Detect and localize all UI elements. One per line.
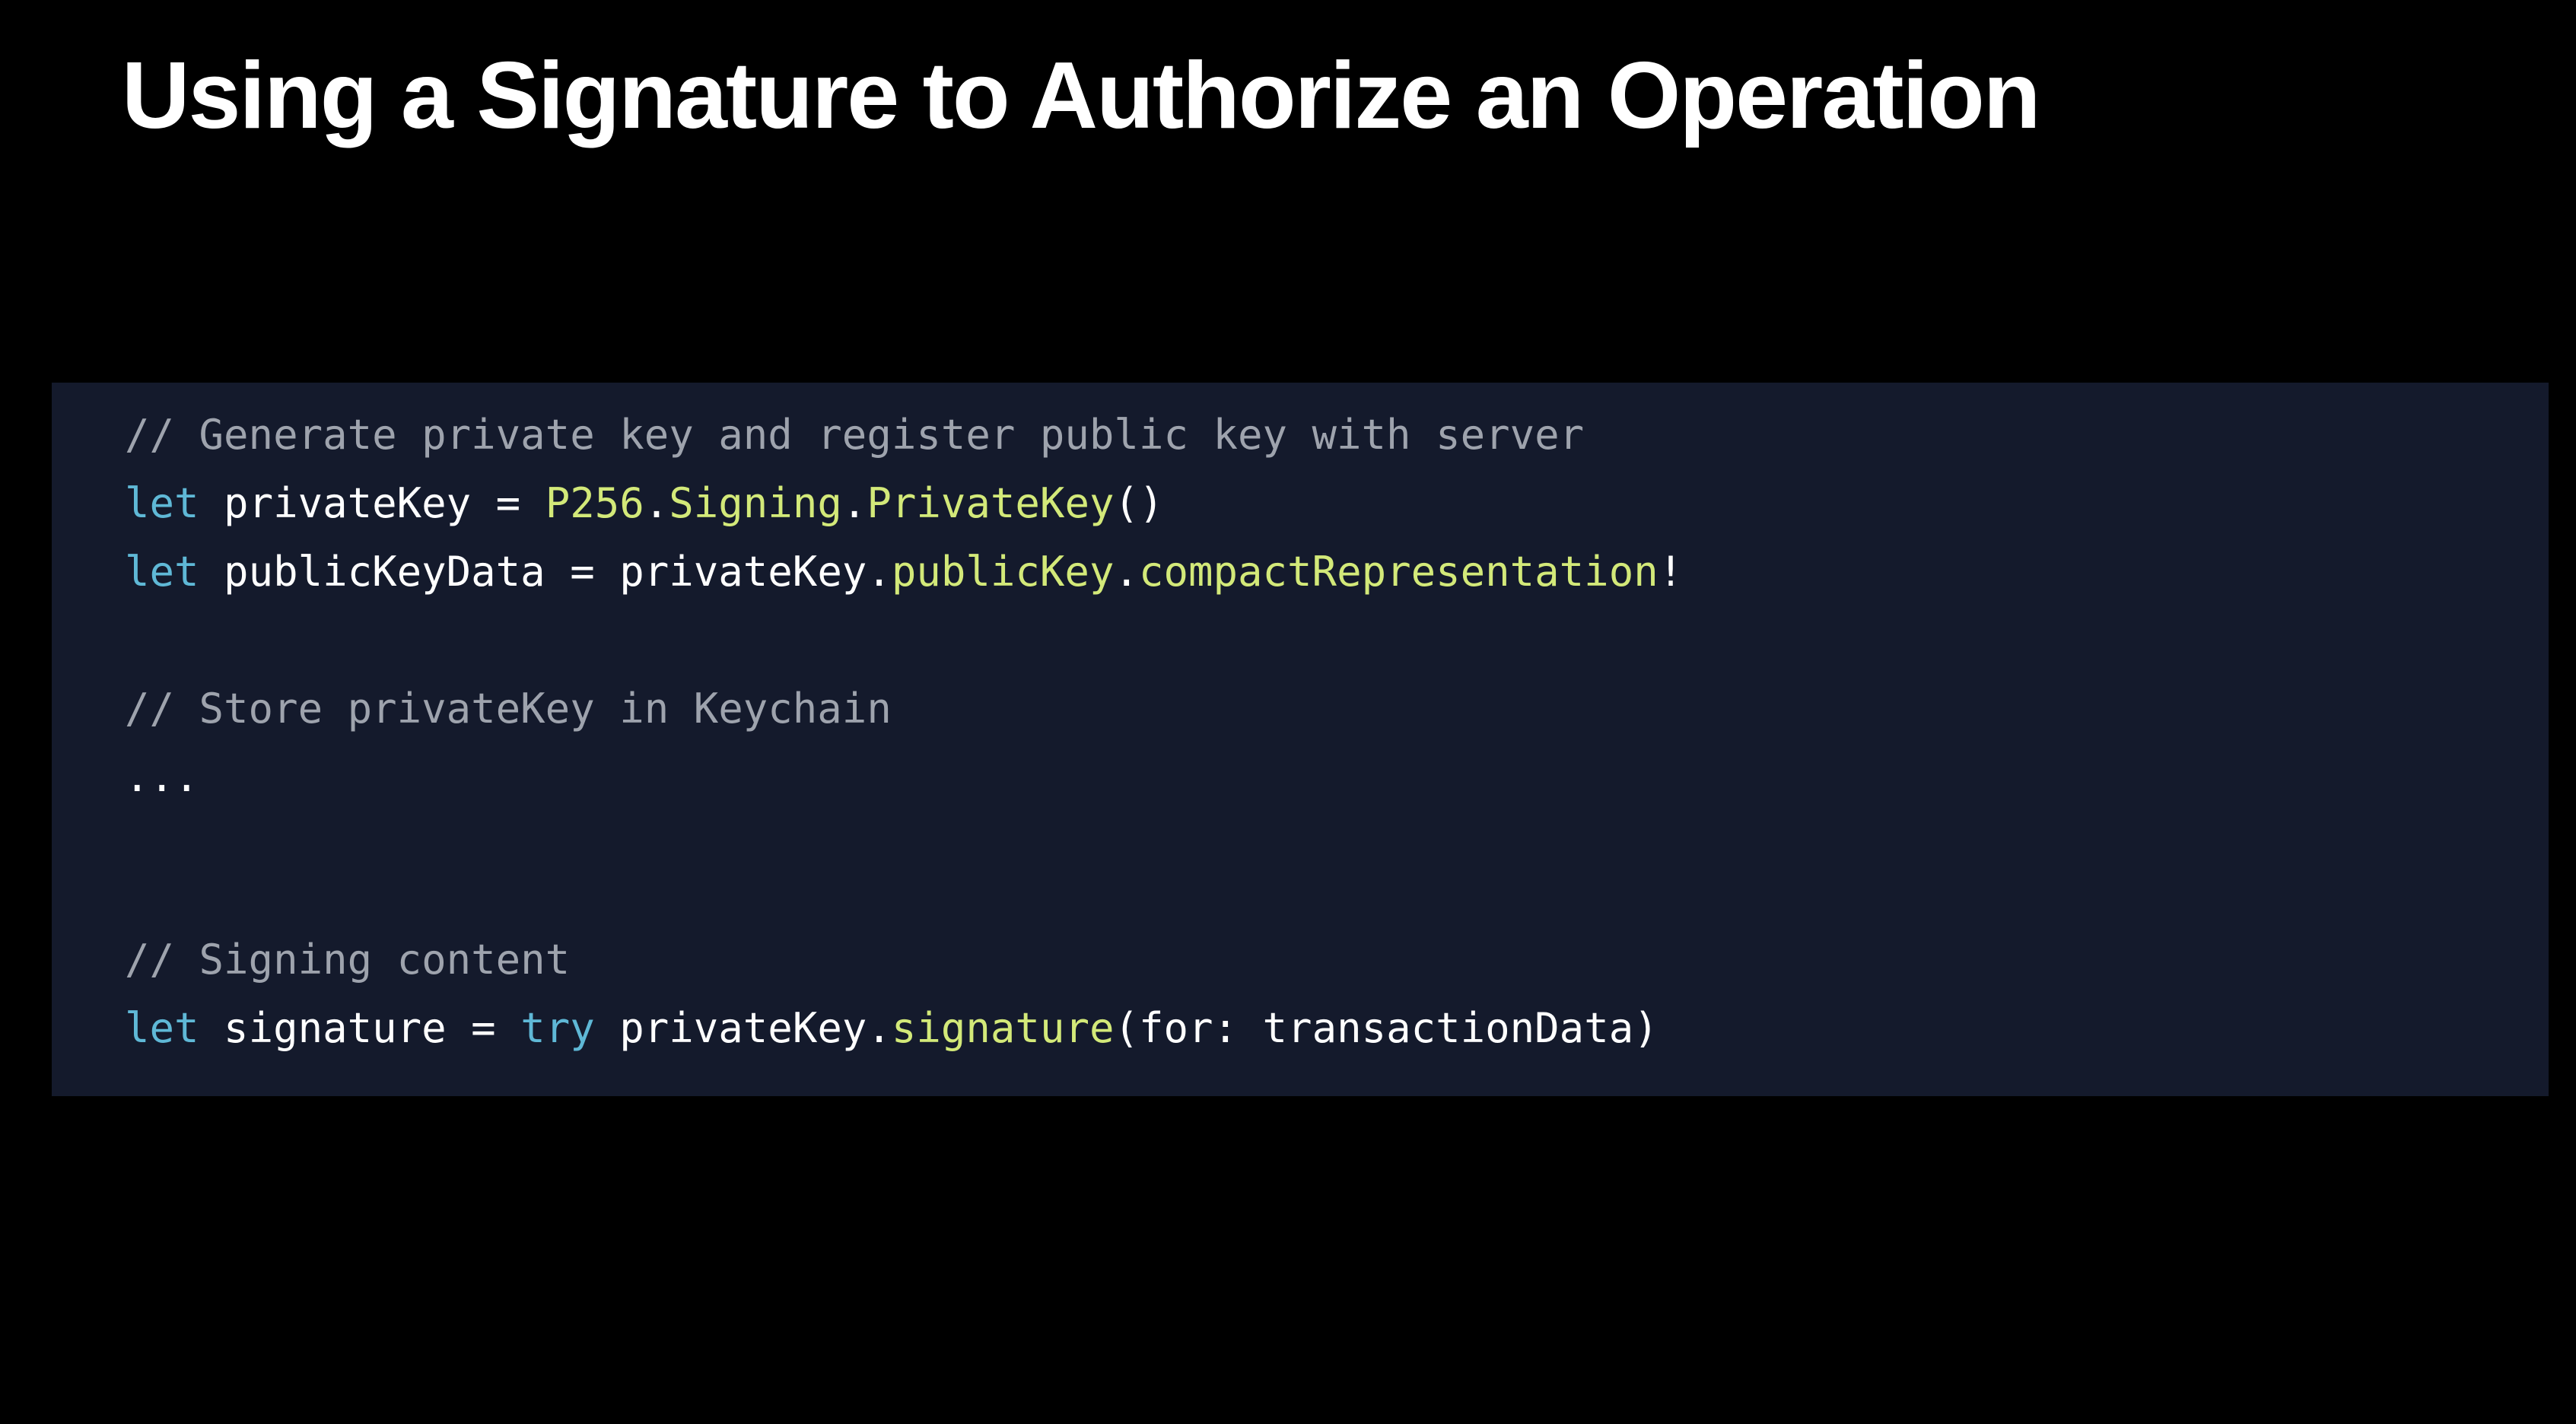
code-ellipsis: ...	[125, 753, 199, 801]
code-bang: !	[1658, 548, 1684, 596]
type-p256: P256	[545, 479, 644, 527]
code-plain: privateKey =	[199, 479, 545, 527]
code-parens: ()	[1114, 479, 1164, 527]
code-line-private-key: let privateKey = P256.Signing.PrivateKey…	[125, 473, 1164, 534]
code-comment-line: // Signing content	[125, 930, 570, 990]
keyword-let: let	[125, 479, 199, 527]
code-dot: .	[841, 479, 867, 527]
comment-text: // Generate private key and register pub…	[125, 411, 1585, 459]
code-line-signature: let signature = try privateKey.signature…	[125, 998, 1658, 1059]
code-plain: signature =	[199, 1004, 521, 1052]
comment-text: // Signing content	[125, 936, 571, 984]
code-line-public-key-data: let publicKeyData = privateKey.publicKey…	[125, 542, 1683, 602]
member-public-key: publicKey	[891, 548, 1115, 596]
code-dot: .	[644, 479, 669, 527]
comment-text: // Store privateKey in Keychain	[125, 685, 892, 733]
code-plain: privateKey.	[594, 1004, 892, 1052]
slide-title: Using a Signature to Authorize an Operat…	[122, 43, 2040, 148]
keyword-let: let	[125, 1004, 199, 1052]
member-signature: signature	[891, 1004, 1115, 1052]
code-block: // Generate private key and register pub…	[52, 383, 2549, 1096]
code-dot: .	[1114, 548, 1139, 596]
code-ellipsis-line: ...	[125, 747, 199, 808]
code-call-args: (for: transactionData)	[1114, 1004, 1658, 1052]
keyword-try: try	[520, 1004, 595, 1052]
code-plain: publicKeyData = privateKey.	[199, 548, 892, 596]
type-signing: Signing	[669, 479, 842, 527]
keyword-let: let	[125, 548, 199, 596]
member-compact-representation: compactRepresentation	[1138, 548, 1658, 596]
code-comment-line: // Generate private key and register pub…	[125, 405, 1584, 466]
code-comment-line: // Store privateKey in Keychain	[125, 679, 892, 739]
type-private-key: PrivateKey	[867, 479, 1115, 527]
